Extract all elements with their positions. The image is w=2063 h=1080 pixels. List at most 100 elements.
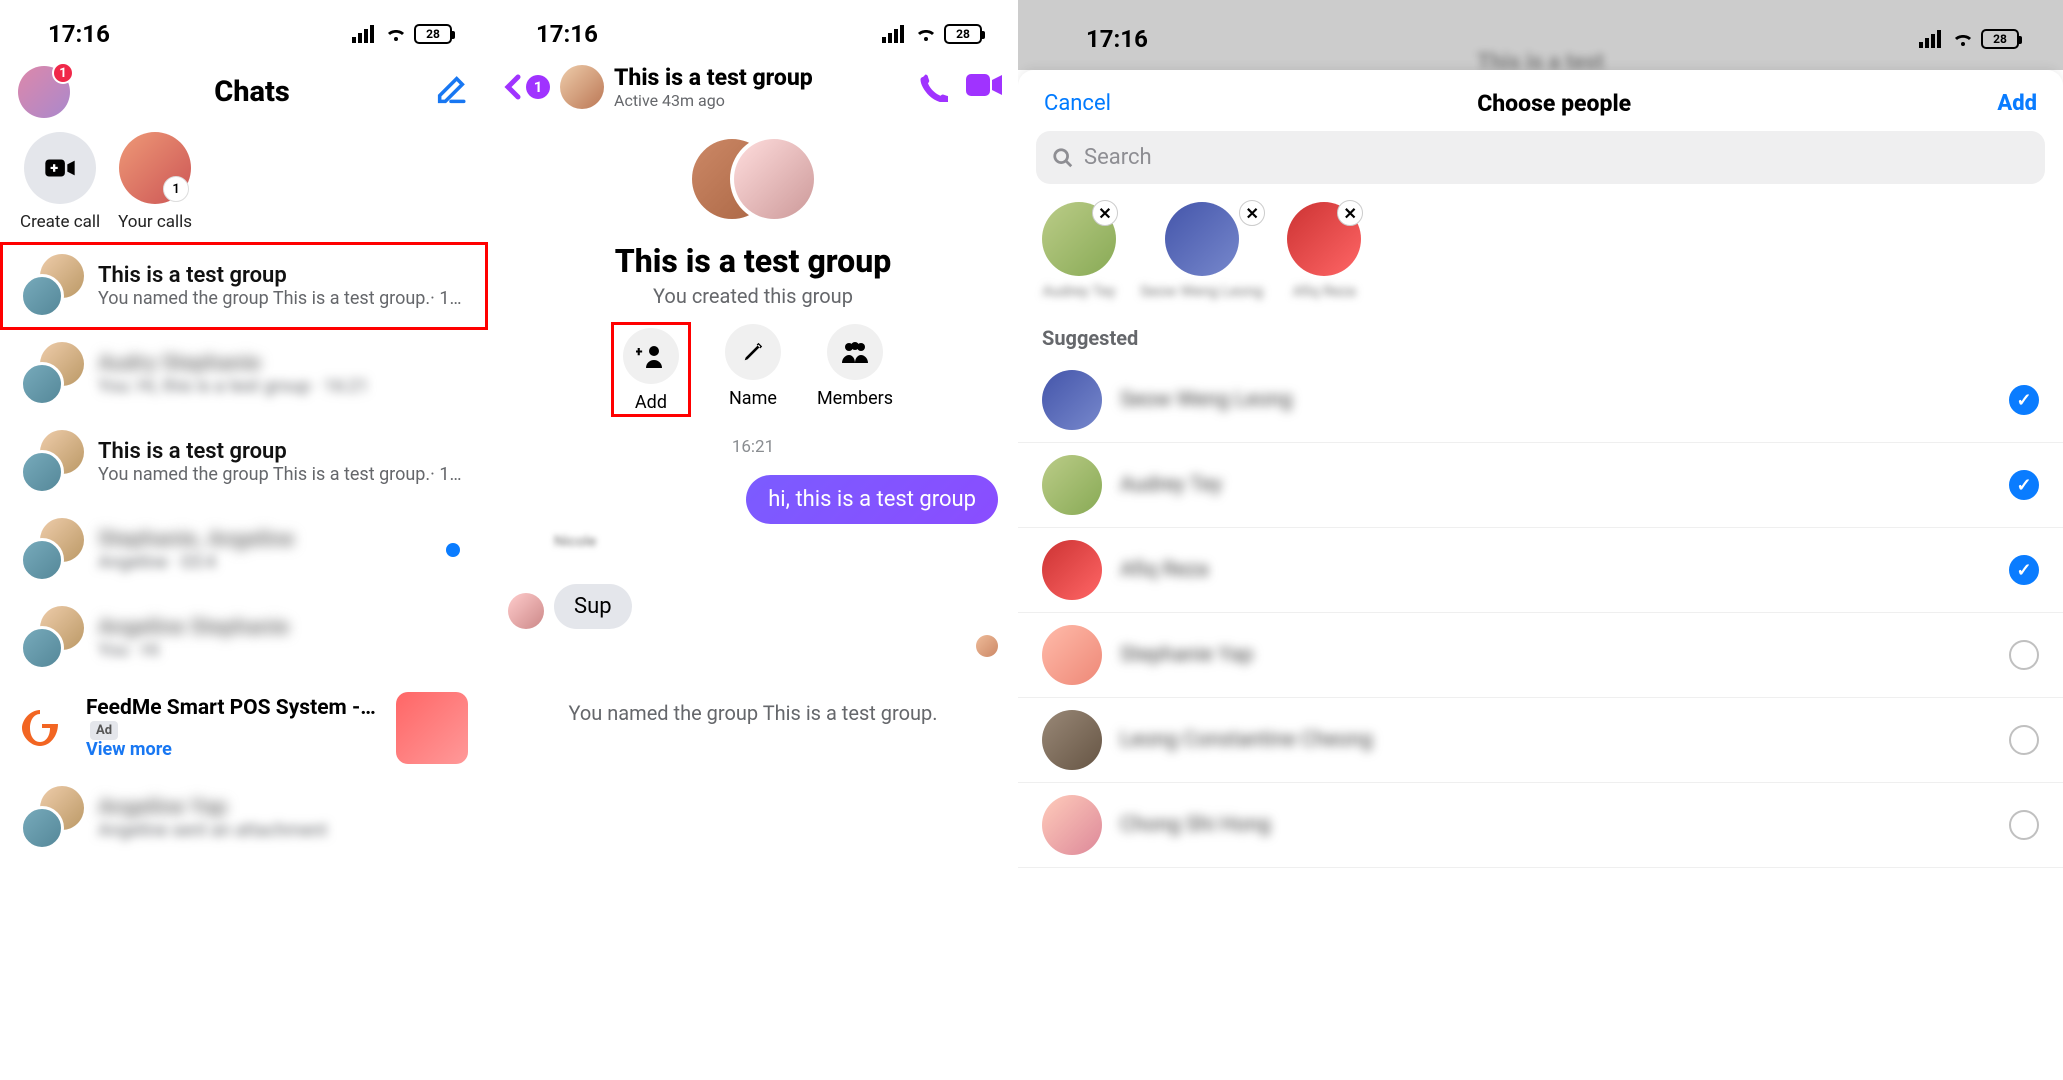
person-name: Chong Shi Hong bbox=[1120, 813, 1991, 837]
chat-avatar bbox=[20, 606, 84, 670]
remove-icon[interactable]: ✕ bbox=[1092, 200, 1118, 226]
avatar bbox=[1042, 795, 1102, 855]
selected-person[interactable]: ✕ Audrey Tey bbox=[1042, 202, 1116, 300]
chat-row[interactable]: Angeline Yap Angeline sent an attachment bbox=[0, 774, 488, 862]
chat-avatar bbox=[20, 430, 84, 494]
checkbox[interactable] bbox=[2009, 725, 2039, 755]
profile-badge: 1 bbox=[52, 62, 74, 84]
people-icon bbox=[827, 324, 883, 380]
create-call-button[interactable]: + Create call bbox=[20, 132, 100, 232]
system-message: You named the group This is a test group… bbox=[488, 701, 1018, 725]
battery-icon: 28 bbox=[414, 24, 452, 44]
rename-button[interactable]: Name bbox=[725, 324, 781, 415]
unread-dot bbox=[446, 543, 460, 557]
incoming-message-row: Sup bbox=[488, 584, 1018, 629]
person-name: Leong Constantine Cheong bbox=[1120, 728, 1991, 752]
chat-name: This is a test group bbox=[98, 439, 468, 464]
ad-tag: Ad bbox=[90, 721, 118, 740]
ad-row[interactable]: FeedMe Smart POS System -… Ad View more bbox=[0, 682, 488, 774]
chats-title: Chats bbox=[214, 75, 290, 109]
avatar bbox=[1165, 202, 1239, 276]
status-icons: 28 bbox=[1919, 29, 2019, 49]
person-row[interactable]: Leong Constantine Cheong bbox=[1018, 698, 2063, 783]
person-row[interactable]: Seow Weng Leong bbox=[1018, 358, 2063, 443]
checkbox[interactable] bbox=[2009, 385, 2039, 415]
ad-thumbnail bbox=[396, 692, 468, 764]
chat-avatar bbox=[20, 518, 84, 582]
outgoing-message[interactable]: hi, this is a test group bbox=[746, 475, 998, 524]
chat-preview: You: Hi, this is a test group · 16:21 bbox=[98, 376, 468, 397]
chat-row[interactable]: Stephanie, Angeline Angeline · 03:4 bbox=[0, 506, 488, 594]
profile-avatar[interactable]: 1 bbox=[18, 66, 70, 118]
avatar bbox=[1042, 710, 1102, 770]
suggested-section-title: Suggested bbox=[1018, 316, 2063, 358]
add-people-button[interactable]: + Add bbox=[613, 324, 689, 415]
seen-indicator bbox=[976, 635, 998, 657]
selected-person[interactable]: ✕ Seow Weng Leong bbox=[1140, 202, 1263, 300]
choose-people-panel: 17:16 28 This is a test Cancel Choose pe… bbox=[1018, 0, 2063, 1080]
compose-button[interactable] bbox=[434, 73, 468, 111]
your-calls-badge: 1 bbox=[163, 176, 189, 202]
members-button[interactable]: Members bbox=[817, 324, 893, 415]
incoming-sender: Nicole bbox=[554, 532, 1018, 550]
selected-person[interactable]: ✕ Afiq Reza bbox=[1287, 202, 1361, 300]
back-badge: 1 bbox=[526, 75, 550, 99]
person-row[interactable]: Afiq Reza bbox=[1018, 528, 2063, 613]
sheet-header: Cancel Choose people Add bbox=[1018, 80, 2063, 131]
cellular-icon bbox=[882, 25, 908, 43]
svg-text:+: + bbox=[636, 344, 643, 360]
call-button[interactable] bbox=[918, 72, 948, 102]
chat-row[interactable]: This is a test group You named the group… bbox=[0, 418, 488, 506]
remove-icon[interactable]: ✕ bbox=[1337, 200, 1363, 226]
chat-preview: You named the group This is a test group… bbox=[98, 464, 468, 485]
remove-icon[interactable]: ✕ bbox=[1239, 200, 1265, 226]
thread-panel: 17:16 28 1 This is a test group Active 4… bbox=[488, 0, 1018, 1080]
status-time: 17:16 bbox=[1086, 25, 1148, 53]
chat-avatar bbox=[20, 342, 84, 406]
chat-name: Angeline Stephanie bbox=[98, 615, 468, 640]
sheet-title: Choose people bbox=[1477, 90, 1631, 117]
search-placeholder: Search bbox=[1084, 145, 1152, 170]
checkbox[interactable] bbox=[2009, 810, 2039, 840]
chat-avatar bbox=[20, 786, 84, 850]
search-input[interactable]: Search bbox=[1036, 131, 2045, 184]
checkbox[interactable] bbox=[2009, 640, 2039, 670]
cancel-button[interactable]: Cancel bbox=[1044, 91, 1111, 116]
avatar bbox=[1042, 540, 1102, 600]
status-icons: 28 bbox=[352, 24, 452, 44]
chat-row[interactable]: This is a test group You named the group… bbox=[0, 242, 488, 330]
add-button[interactable]: Add bbox=[1997, 91, 2037, 116]
search-icon bbox=[1052, 147, 1074, 169]
video-call-button[interactable] bbox=[966, 72, 1002, 98]
selected-people-row: ✕ Audrey Tey ✕ Seow Weng Leong ✕ Afiq Re… bbox=[1018, 198, 2063, 316]
checkbox[interactable] bbox=[2009, 470, 2039, 500]
wifi-icon bbox=[384, 25, 408, 43]
group-subtitle: You created this group bbox=[508, 284, 998, 308]
person-name: Afiq Reza bbox=[1120, 558, 1991, 582]
chat-name: Angeline Yap bbox=[98, 795, 468, 820]
thread-avatar[interactable] bbox=[560, 65, 604, 109]
incoming-message[interactable]: Sup bbox=[554, 584, 632, 629]
your-calls-button[interactable]: 1 Your calls bbox=[118, 132, 192, 232]
svg-text:+: + bbox=[50, 159, 58, 177]
checkbox[interactable] bbox=[2009, 555, 2039, 585]
thread-title: This is a test group bbox=[614, 64, 813, 91]
person-row[interactable]: Stephanie Yap bbox=[1018, 613, 2063, 698]
your-calls-avatar: 1 bbox=[119, 132, 191, 204]
person-name: Stephanie Yap bbox=[1120, 643, 1991, 667]
chats-list: This is a test group You named the group… bbox=[0, 242, 488, 682]
back-button[interactable]: 1 bbox=[504, 73, 550, 101]
chat-row[interactable]: Audry Stephanie You: Hi, this is a test … bbox=[0, 330, 488, 418]
chats-panel: 17:16 28 1 Chats + Create call 1 Your ca… bbox=[0, 0, 488, 1080]
incoming-avatar[interactable] bbox=[508, 593, 544, 629]
thread-subtitle: Active 43m ago bbox=[614, 91, 813, 110]
chat-row[interactable]: Angeline Stephanie You · Hi bbox=[0, 594, 488, 682]
chat-preview: You named the group This is a test group… bbox=[98, 288, 468, 309]
your-calls-label: Your calls bbox=[118, 212, 192, 232]
ad-title: FeedMe Smart POS System -… Ad bbox=[86, 696, 382, 739]
create-call-label: Create call bbox=[20, 212, 100, 232]
ad-view-more[interactable]: View more bbox=[86, 739, 382, 760]
person-row[interactable]: Chong Shi Hong bbox=[1018, 783, 2063, 868]
person-row[interactable]: Audrey Tey bbox=[1018, 443, 2063, 528]
ad-logo-icon bbox=[20, 702, 72, 754]
